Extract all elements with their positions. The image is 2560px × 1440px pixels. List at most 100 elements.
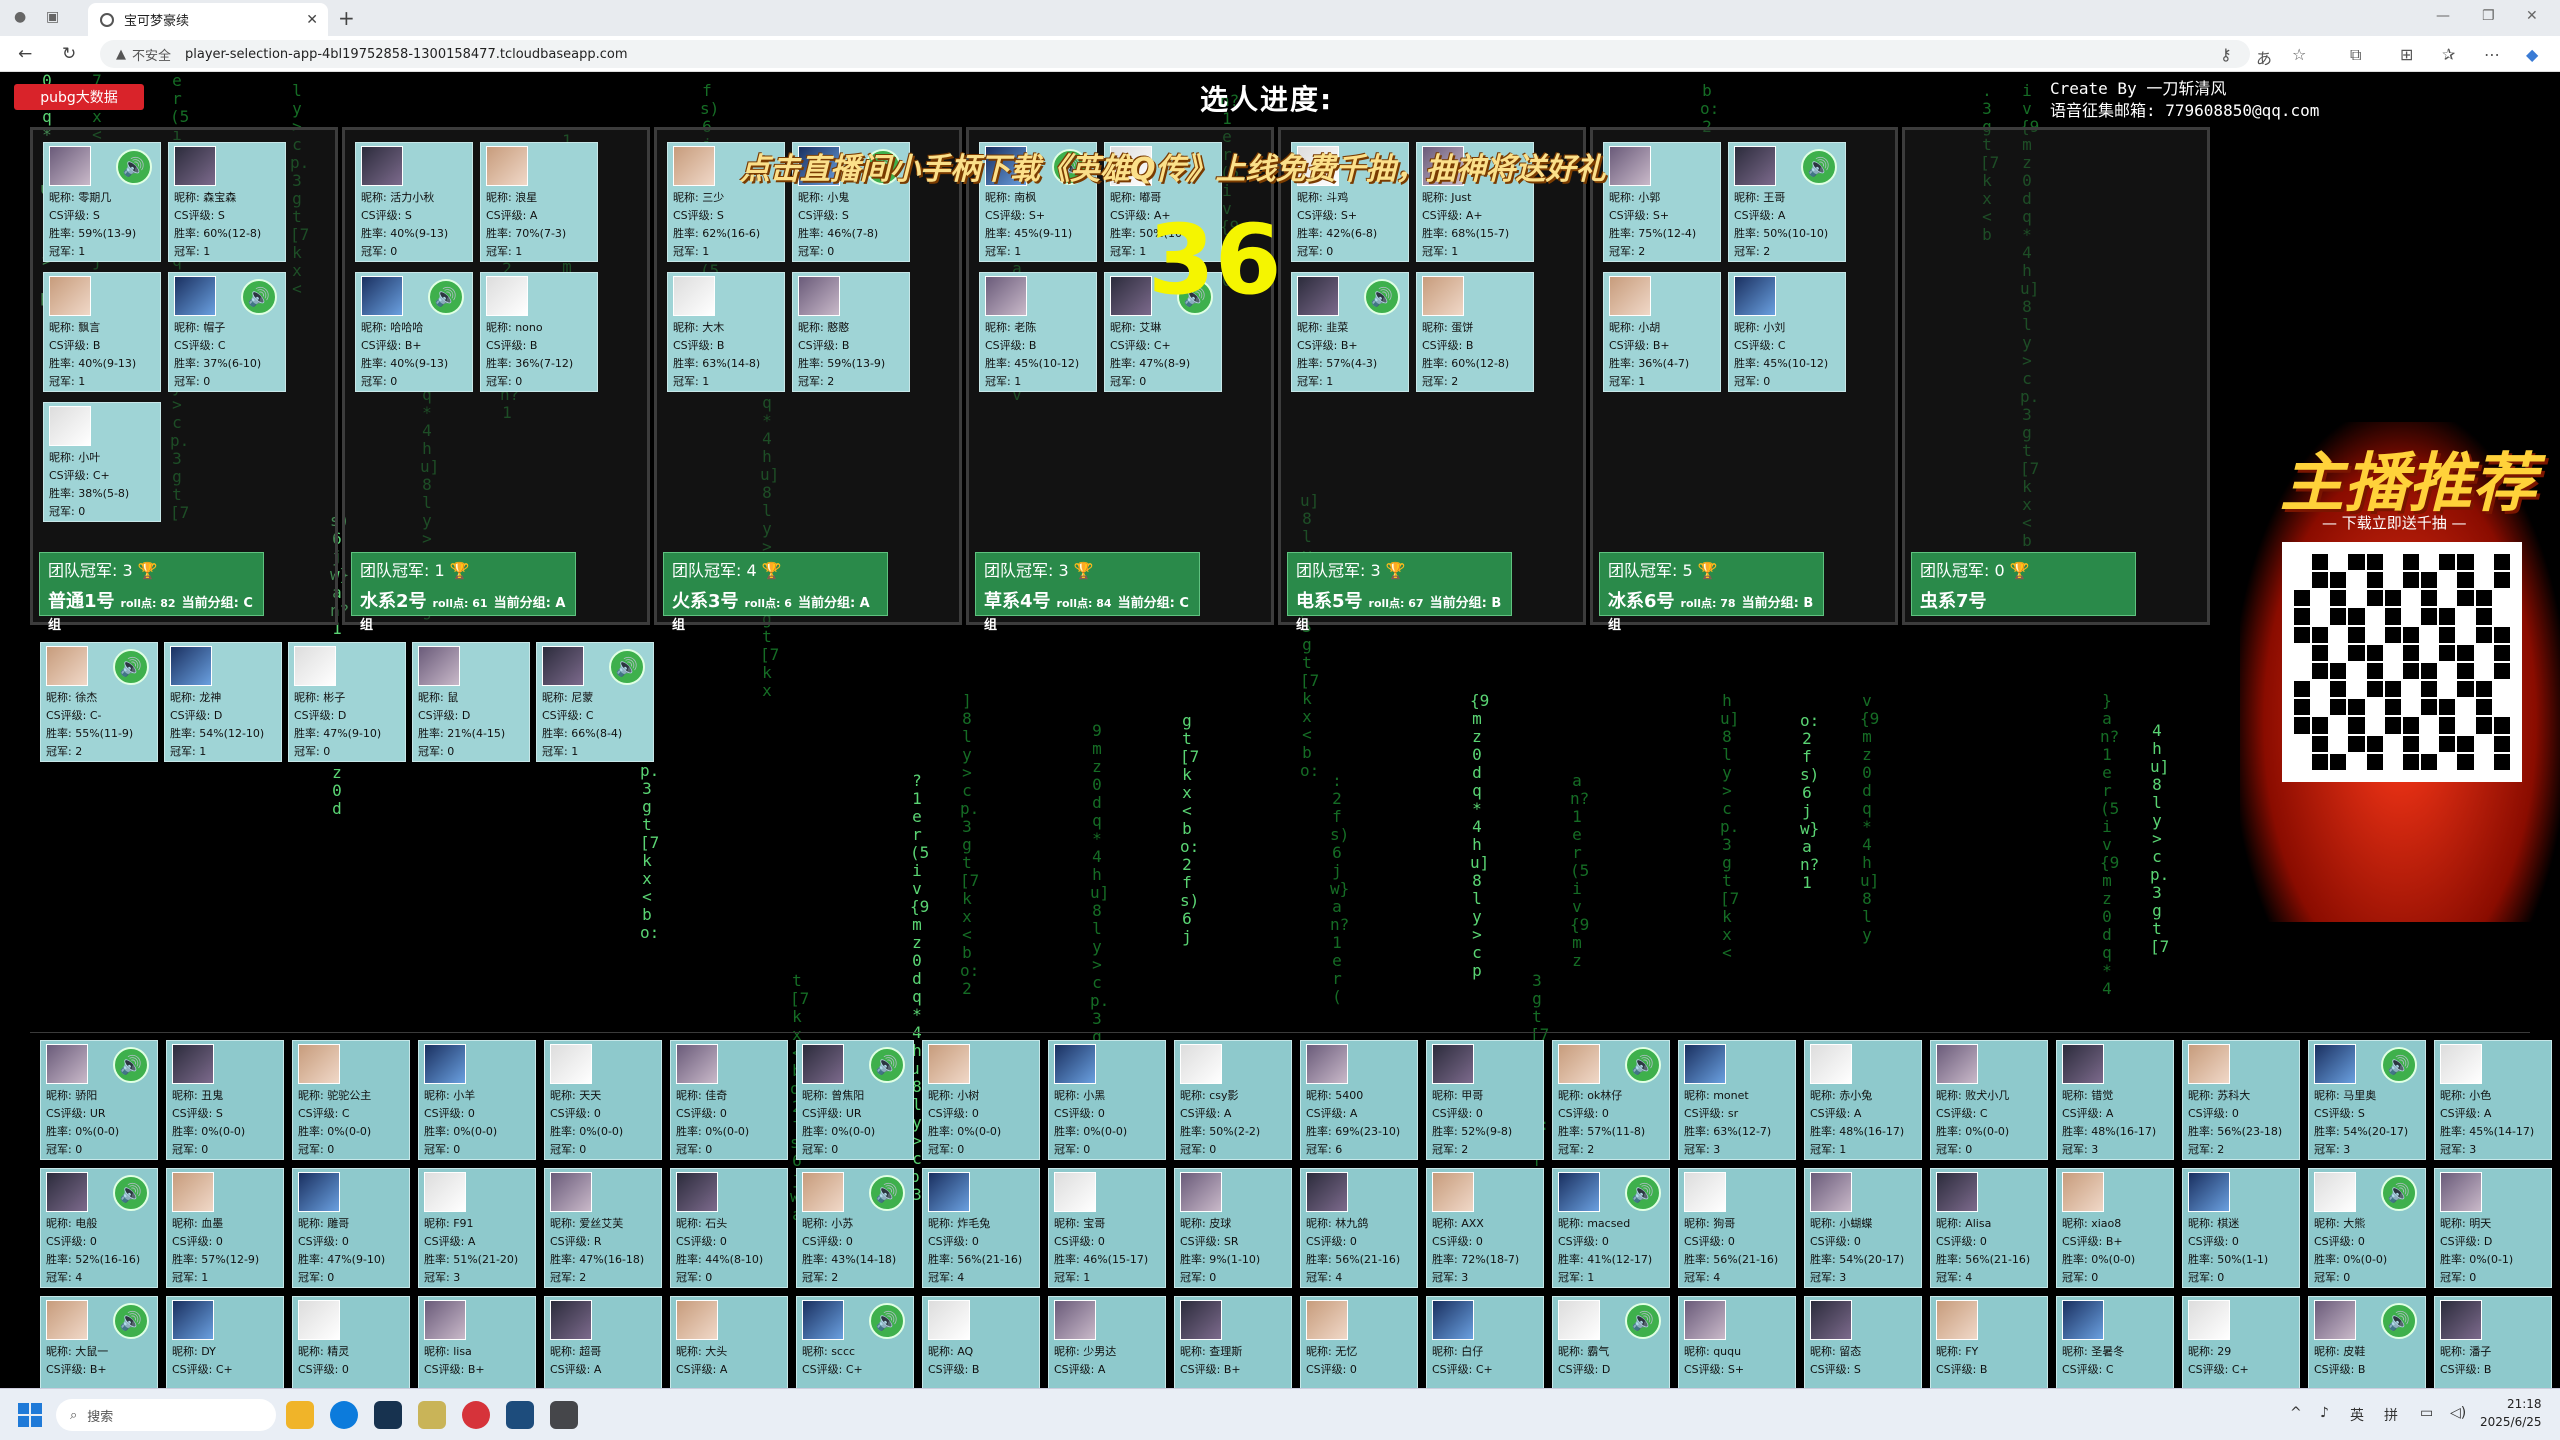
player-card[interactable]: 昵称: 甲哥 CS评级: 0 胜率: 52%(9-8) 冠军: 2 — [1426, 1040, 1544, 1160]
translate-icon[interactable]: あ — [2256, 45, 2272, 69]
player-card[interactable]: 昵称: 查理斯 CS评级: B+ — [1174, 1296, 1292, 1388]
player-card[interactable]: 昵称: 大头 CS评级: A — [670, 1296, 788, 1388]
app-icon-1[interactable] — [418, 1401, 446, 1429]
speaker-icon[interactable]: 🔊 — [1625, 1175, 1661, 1211]
speaker-icon[interactable]: 🔊 — [113, 1303, 149, 1339]
player-card[interactable]: 昵称: 活力小秋 CS评级: S 胜率: 40%(9-13) 冠军: 0 — [355, 142, 473, 262]
player-card[interactable]: 昵称: 小刘 CS评级: C 胜率: 45%(10-12) 冠军: 0 — [1728, 272, 1846, 392]
player-card[interactable]: 昵称: 超哥 CS评级: A — [544, 1296, 662, 1388]
speaker-icon[interactable]: 🔊 — [869, 1175, 905, 1211]
player-card[interactable]: 昵称: csy影 CS评级: A 胜率: 50%(2-2) 冠军: 0 — [1174, 1040, 1292, 1160]
player-card[interactable]: 昵称: 明天 CS评级: D 胜率: 0%(0-1) 冠军: 0 — [2434, 1168, 2552, 1288]
player-card[interactable]: 昵称: AXX CS评级: 0 胜率: 72%(18-7) 冠军: 3 — [1426, 1168, 1544, 1288]
ime-lang[interactable]: 英 — [2350, 1405, 2364, 1425]
player-card[interactable]: 昵称: 浪星 CS评级: A 胜率: 70%(7-3) 冠军: 1 — [480, 142, 598, 262]
app-icon-3[interactable] — [506, 1401, 534, 1429]
app-icon-4[interactable] — [550, 1401, 578, 1429]
player-card[interactable]: 🔊 昵称: 帽子 CS评级: C 胜率: 37%(6-10) 冠军: 0 — [168, 272, 286, 392]
player-card[interactable]: 昵称: 白仔 CS评级: C+ — [1426, 1296, 1544, 1388]
player-card[interactable]: 🔊 昵称: 零期几 CS评级: S 胜率: 59%(13-9) 冠军: 1 — [43, 142, 161, 262]
player-card[interactable]: 昵称: 佳奇 CS评级: 0 胜率: 0%(0-0) 冠军: 0 — [670, 1040, 788, 1160]
player-card[interactable]: 昵称: 错觉 CS评级: A 胜率: 48%(16-17) 冠军: 3 — [2056, 1040, 2174, 1160]
ime-mode[interactable]: 拼 — [2384, 1405, 2398, 1425]
player-card[interactable]: 昵称: 圣暑冬 CS评级: C — [2056, 1296, 2174, 1388]
player-card[interactable]: 昵称: 精灵 CS评级: 0 — [292, 1296, 410, 1388]
player-card[interactable]: 昵称: 皮球 CS评级: SR 胜率: 9%(1-10) 冠军: 0 — [1174, 1168, 1292, 1288]
player-card[interactable]: 昵称: 留态 CS评级: S — [1804, 1296, 1922, 1388]
player-card[interactable]: 🔊 昵称: 徐杰 CS评级: C- 胜率: 55%(11-9) 冠军: 2 — [40, 642, 158, 762]
player-card[interactable]: 昵称: 潘子 CS评级: B — [2434, 1296, 2552, 1388]
speaker-icon[interactable]: 🔊 — [869, 1047, 905, 1083]
speaker-icon[interactable]: 🔊 — [609, 649, 645, 685]
player-card[interactable]: 昵称: 苏科大 CS评级: 0 胜率: 56%(23-18) 冠军: 2 — [2182, 1040, 2300, 1160]
speaker-icon[interactable]: 🔊 — [1625, 1303, 1661, 1339]
player-card[interactable]: 昵称: 少男达 CS评级: A — [1048, 1296, 1166, 1388]
speaker-icon[interactable]: 🔊 — [241, 279, 277, 315]
speaker-icon[interactable]: 🔊 — [113, 1047, 149, 1083]
speaker-icon[interactable]: 🔊 — [1801, 149, 1837, 185]
player-card[interactable]: 🔊 昵称: 大熊 CS评级: 0 胜率: 0%(0-0) 冠军: 0 — [2308, 1168, 2426, 1288]
speaker-icon[interactable]: 🔊 — [1625, 1047, 1661, 1083]
player-card[interactable]: 昵称: 蛋饼 CS评级: B 胜率: 60%(12-8) 冠军: 2 — [1416, 272, 1534, 392]
split-icon[interactable]: ⊞ — [2400, 45, 2413, 64]
player-card[interactable]: 🔊 昵称: 尼蒙 CS评级: C 胜率: 66%(8-4) 冠军: 1 — [536, 642, 654, 762]
player-card[interactable]: 🔊 昵称: 小苏 CS评级: 0 胜率: 43%(14-18) 冠军: 2 — [796, 1168, 914, 1288]
player-card[interactable]: 昵称: 小叶 CS评级: C+ 胜率: 38%(5-8) 冠军: 0 — [43, 402, 161, 522]
close-tab-icon[interactable]: ✕ — [306, 12, 318, 28]
player-card[interactable]: 昵称: 驼驼公主 CS评级: C 胜率: 0%(0-0) 冠军: 0 — [292, 1040, 410, 1160]
player-card[interactable]: 昵称: DY CS评级: C+ — [166, 1296, 284, 1388]
volume-icon[interactable]: ◁) — [2450, 1405, 2466, 1421]
player-card[interactable]: 🔊 昵称: 骄阳 CS评级: UR 胜率: 0%(0-0) 冠军: 0 — [40, 1040, 158, 1160]
player-card[interactable]: 昵称: ququ CS评级: S+ — [1678, 1296, 1796, 1388]
player-card[interactable]: 昵称: 棋迷 CS评级: 0 胜率: 50%(1-1) 冠军: 0 — [2182, 1168, 2300, 1288]
player-card[interactable]: 🔊 昵称: 哈哈哈 CS评级: B+ 胜率: 40%(9-13) 冠军: 0 — [355, 272, 473, 392]
player-card[interactable]: 昵称: Alisa CS评级: 0 胜率: 56%(21-16) 冠军: 4 — [1930, 1168, 2048, 1288]
player-card[interactable]: 昵称: 小郭 CS评级: S+ 胜率: 75%(12-4) 冠军: 2 — [1603, 142, 1721, 262]
player-card[interactable]: 昵称: 大木 CS评级: B 胜率: 63%(14-8) 冠军: 1 — [667, 272, 785, 392]
player-card[interactable]: 昵称: 小黑 CS评级: 0 胜率: 0%(0-0) 冠军: 0 — [1048, 1040, 1166, 1160]
speaker-icon[interactable]: 🔊 — [428, 279, 464, 315]
player-card[interactable]: 🔊 昵称: 韭菜 CS评级: B+ 胜率: 57%(4-3) 冠军: 1 — [1291, 272, 1409, 392]
speaker-icon[interactable]: 🔊 — [2381, 1175, 2417, 1211]
player-card[interactable]: 昵称: 龙神 CS评级: D 胜率: 54%(12-10) 冠军: 1 — [164, 642, 282, 762]
player-card[interactable]: 昵称: 小树 CS评级: 0 胜率: 0%(0-0) 冠军: 0 — [922, 1040, 1040, 1160]
speaker-icon[interactable]: 🔊 — [116, 149, 152, 185]
minimize-icon[interactable]: — — [2436, 8, 2450, 24]
player-card[interactable]: 昵称: 雕哥 CS评级: 0 胜率: 47%(9-10) 冠军: 0 — [292, 1168, 410, 1288]
player-card[interactable]: 昵称: 赤小兔 CS评级: A 胜率: 48%(16-17) 冠军: 1 — [1804, 1040, 1922, 1160]
player-card[interactable]: 昵称: 无忆 CS评级: 0 — [1300, 1296, 1418, 1388]
tray-chevron-icon[interactable]: ^ — [2290, 1405, 2302, 1421]
player-card[interactable]: 昵称: 飘言 CS评级: B 胜率: 40%(9-13) 冠军: 1 — [43, 272, 161, 392]
key-icon[interactable]: ⚷ — [2220, 45, 2232, 64]
player-card[interactable]: 🔊 昵称: 电般 CS评级: 0 胜率: 52%(16-16) 冠军: 4 — [40, 1168, 158, 1288]
file-explorer-icon[interactable] — [286, 1401, 314, 1429]
player-card[interactable]: 昵称: AQ CS评级: B — [922, 1296, 1040, 1388]
player-card[interactable]: 🔊 昵称: sccc CS评级: C+ — [796, 1296, 914, 1388]
network-icon[interactable]: ▭ — [2420, 1405, 2433, 1421]
player-card[interactable]: 昵称: 憨憨 CS评级: B 胜率: 59%(13-9) 冠军: 2 — [792, 272, 910, 392]
player-card[interactable]: 昵称: 29 CS评级: C+ — [2182, 1296, 2300, 1388]
tab-actions-icon[interactable]: ▣ — [46, 9, 59, 25]
speaker-icon[interactable]: 🔊 — [2381, 1303, 2417, 1339]
player-card[interactable]: 昵称: FY CS评级: B — [1930, 1296, 2048, 1388]
player-card[interactable]: 昵称: xiao8 CS评级: B+ 胜率: 0%(0-0) 冠军: 0 — [2056, 1168, 2174, 1288]
steam-icon[interactable] — [374, 1401, 402, 1429]
player-card[interactable]: 昵称: 林九鸽 CS评级: 0 胜率: 56%(21-16) 冠军: 4 — [1300, 1168, 1418, 1288]
player-card[interactable]: 🔊 昵称: ok林仔 CS评级: 0 胜率: 57%(11-8) 冠军: 2 — [1552, 1040, 1670, 1160]
new-tab-icon[interactable]: + — [338, 6, 355, 30]
player-card[interactable]: 昵称: 爱丝艾芙 CS评级: R 胜率: 47%(16-18) 冠军: 2 — [544, 1168, 662, 1288]
player-card[interactable]: 🔊 昵称: 大鼠一 CS评级: B+ — [40, 1296, 158, 1388]
player-card[interactable]: 昵称: monet CS评级: sr 胜率: 63%(12-7) 冠军: 3 — [1678, 1040, 1796, 1160]
player-card[interactable]: 昵称: lisa CS评级: B+ — [418, 1296, 536, 1388]
copilot-icon[interactable]: ◆ — [2526, 45, 2538, 64]
player-card[interactable]: 昵称: 小胡 CS评级: B+ 胜率: 36%(4-7) 冠军: 1 — [1603, 272, 1721, 392]
favorites-icon[interactable]: ✰ — [2442, 45, 2455, 64]
player-card[interactable]: 昵称: 5400 CS评级: A 胜率: 69%(23-10) 冠军: 6 — [1300, 1040, 1418, 1160]
player-card[interactable]: 昵称: 小羊 CS评级: 0 胜率: 0%(0-0) 冠军: 0 — [418, 1040, 536, 1160]
speaker-icon[interactable]: 🔊 — [2381, 1047, 2417, 1083]
player-card[interactable]: 昵称: 狗哥 CS评级: 0 胜率: 56%(21-16) 冠军: 4 — [1678, 1168, 1796, 1288]
player-card[interactable]: 🔊 昵称: 曾焦阳 CS评级: UR 胜率: 0%(0-0) 冠军: 0 — [796, 1040, 914, 1160]
windows-start-icon[interactable] — [18, 1403, 42, 1427]
player-card[interactable]: 昵称: 败犬小几 CS评级: C 胜率: 0%(0-0) 冠军: 0 — [1930, 1040, 2048, 1160]
app-icon-2[interactable] — [462, 1401, 490, 1429]
